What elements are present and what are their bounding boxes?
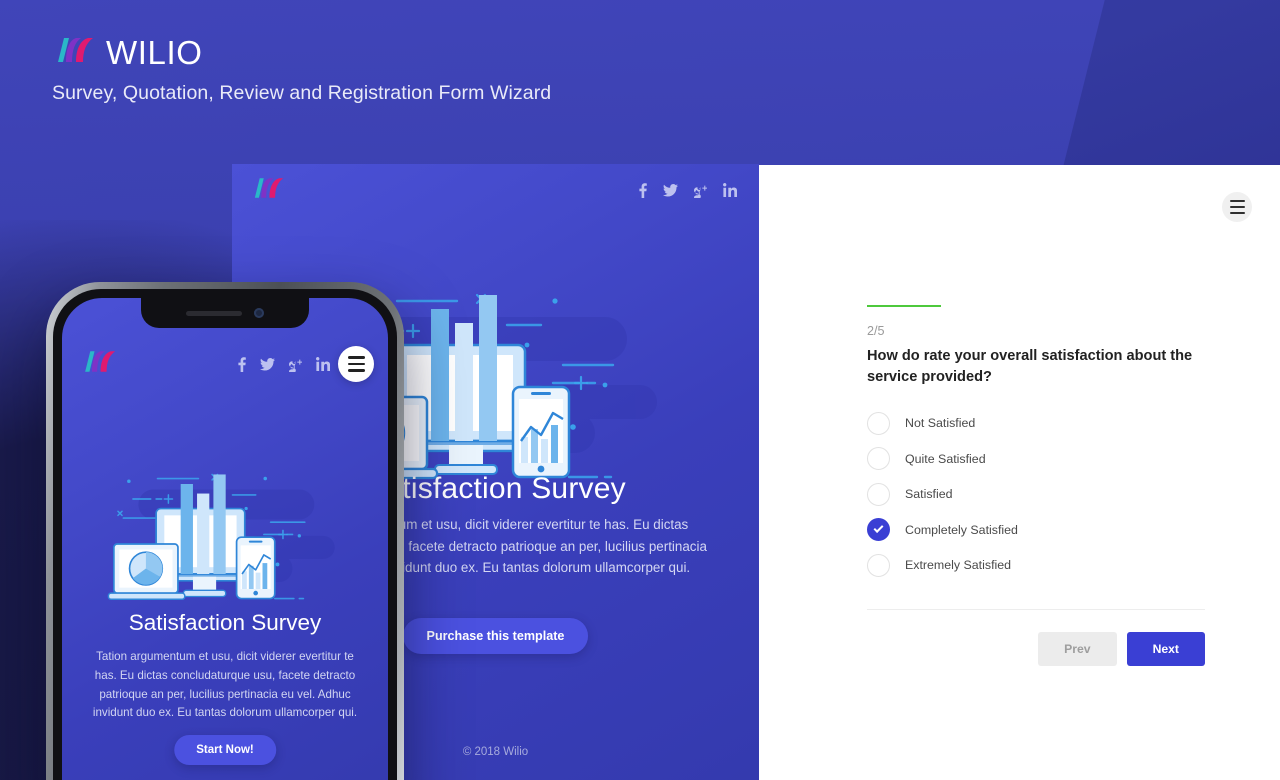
survey-form: 2/5 How do rate your overall satisfactio… [867,305,1205,666]
step-counter: 2/5 [867,324,885,338]
phone-speaker-icon [186,310,242,316]
linkedin-icon[interactable] [316,357,330,371]
option-satisfied[interactable]: Satisfied [867,476,1205,512]
phone-mock-title: Satisfaction Survey [128,610,322,635]
google-plus-icon[interactable] [289,357,302,372]
phone-mock-body: Tation argumentum et usu, dicit viderer … [92,650,358,720]
google-plus-icon[interactable] [694,183,707,198]
hamburger-line [347,356,365,359]
option-completely-satisfied[interactable]: Completely Satisfied [867,512,1205,548]
phone-menu-button[interactable] [338,346,374,382]
hamburger-line [347,362,365,366]
purchase-template-button[interactable]: Purchase this template [402,618,589,654]
question-text: How do rate your overall satisfaction ab… [867,348,1193,385]
option-label: Quite Satisfied [905,451,986,466]
radio-icon[interactable] [867,553,890,577]
hamburger-line [1229,205,1245,209]
phone-screen: Satisfaction Survey Tation argumentum et… [62,298,388,780]
phone-camera-icon [254,308,264,318]
wilio-logo-icon [250,176,284,205]
hamburger-line [1229,211,1245,215]
check-icon [873,523,884,534]
desktop-social-links [639,182,737,198]
option-label: Satisfied [905,487,953,502]
phone-notch [141,298,309,328]
radio-icon[interactable] [867,411,890,435]
options-list: Not Satisfied Quite Satisfied Satisfied … [867,405,1205,583]
brand: WILIO [52,36,551,69]
facebook-icon[interactable] [238,356,246,372]
twitter-icon[interactable] [663,183,678,197]
progress-bar-fill [867,305,942,307]
hamburger-line [1229,199,1245,203]
wilio-logo-icon [80,349,116,379]
brand-name: WILIO [106,34,203,71]
desktop-mock-header [232,164,759,216]
survey-panel: 2/5 How do rate your overall satisfactio… [759,165,1280,780]
phone-preview-mockup: Satisfaction Survey Tation argumentum et… [46,282,404,780]
phone-mock-header [62,340,388,388]
option-label: Not Satisfied [905,416,976,431]
radio-icon[interactable] [867,482,890,506]
radio-icon[interactable] [867,447,890,471]
form-divider [867,608,1205,610]
phone-analytics-illustration [62,470,388,618]
page-header: WILIO Survey, Quotation, Review and Regi… [52,36,551,105]
linkedin-icon[interactable] [723,183,737,197]
progress-bar-track [867,305,1205,307]
option-label: Extremely Satisfied [905,558,1012,573]
panel-menu-button[interactable] [1222,192,1252,222]
page-tagline: Survey, Quotation, Review and Registrati… [52,82,552,104]
option-extremely-satisfied[interactable]: Extremely Satisfied [867,547,1205,583]
option-label: Completely Satisfied [905,522,1018,537]
twitter-icon[interactable] [260,357,275,371]
prev-button[interactable]: Prev [1038,631,1117,666]
facebook-icon[interactable] [639,182,647,198]
option-quite-satisfied[interactable]: Quite Satisfied [867,441,1205,477]
phone-social-links [238,356,330,372]
option-not-satisfied[interactable]: Not Satisfied [867,405,1205,441]
start-now-button[interactable]: Start Now! [174,735,276,765]
form-navigation: Prev Next [867,631,1205,666]
radio-icon[interactable] [867,518,890,542]
next-button[interactable]: Next [1126,631,1205,666]
hamburger-line [347,369,365,372]
wilio-logo-icon [52,36,94,69]
